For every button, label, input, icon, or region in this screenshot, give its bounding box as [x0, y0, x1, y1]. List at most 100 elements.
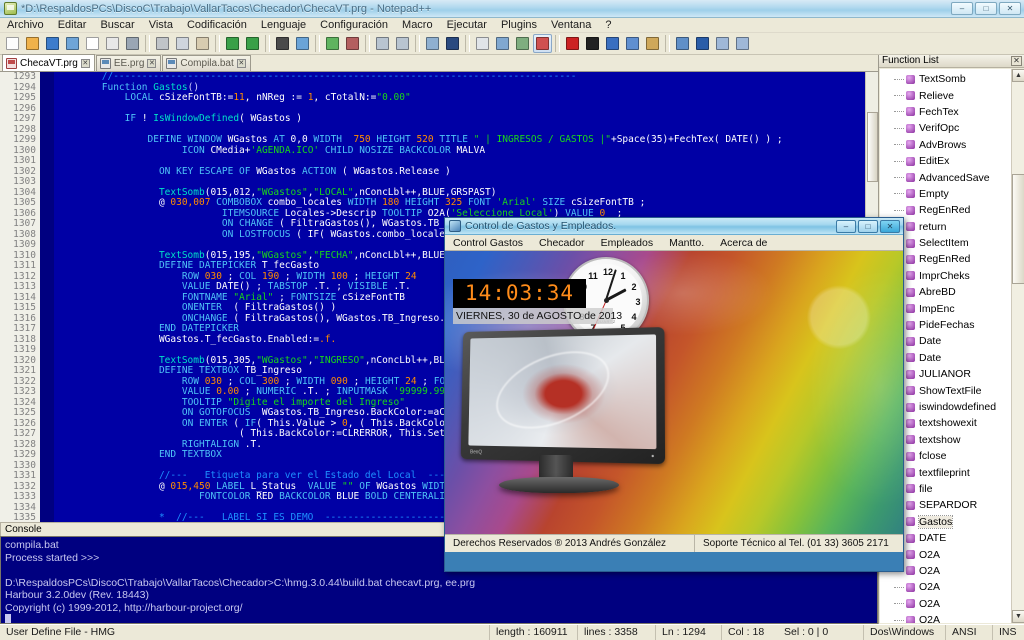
tab-close-icon[interactable]: ✕ — [80, 58, 90, 68]
save-all-icon[interactable] — [63, 34, 82, 53]
paste-icon[interactable] — [193, 34, 212, 53]
hmg-maximize-button[interactable]: □ — [858, 219, 878, 233]
function-list-item[interactable]: Relieve — [880, 87, 1011, 103]
menu-item-buscar[interactable]: Buscar — [93, 18, 141, 33]
zoom-in-icon[interactable] — [323, 34, 342, 53]
new-file-icon[interactable] — [3, 34, 22, 53]
sync-horizontal-icon[interactable] — [393, 34, 412, 53]
user-language-icon[interactable] — [493, 34, 512, 53]
zoom-out-icon-glyph — [346, 37, 359, 50]
hmg-menu-empleados[interactable]: Empleados — [593, 235, 662, 251]
previous-icon[interactable] — [713, 34, 732, 53]
code-token: OF — [359, 480, 371, 492]
function-name-label: ImpEnc — [919, 302, 955, 315]
menu-item-vista[interactable]: Vista — [142, 18, 180, 33]
function-list-item[interactable]: O2A — [880, 579, 1011, 595]
tab-compila-bat[interactable]: Compila.bat ✕ — [162, 55, 251, 71]
close-file-icon[interactable] — [83, 34, 102, 53]
replace-icon[interactable] — [293, 34, 312, 53]
hmg-menu-acerca-de[interactable]: Acerca de — [712, 235, 775, 251]
function-list-item[interactable]: VerifOpc — [880, 120, 1011, 136]
function-list-item[interactable]: O2A — [880, 612, 1011, 623]
undo-icon[interactable] — [223, 34, 242, 53]
text-direction-icon[interactable] — [693, 34, 712, 53]
editor-scrollbar-thumb[interactable] — [867, 112, 878, 182]
indent-guide-icon[interactable] — [473, 34, 492, 53]
fold-margin[interactable] — [40, 72, 54, 522]
save-macro-icon[interactable] — [643, 34, 662, 53]
hmg-menu-checador[interactable]: Checador — [531, 235, 593, 251]
cut-icon[interactable] — [153, 34, 172, 53]
menu-item-editar[interactable]: Editar — [51, 18, 94, 33]
function-list-scrollbar[interactable]: ▲ ▼ — [1011, 69, 1024, 623]
copy-icon[interactable] — [173, 34, 192, 53]
hmg-minimize-button[interactable]: – — [836, 219, 856, 233]
record-macro-icon[interactable] — [563, 34, 582, 53]
tree-branch-line — [894, 209, 904, 211]
stop-macro-icon[interactable] — [583, 34, 602, 53]
menu-item-ventana[interactable]: Ventana — [544, 18, 598, 33]
function-icon — [906, 418, 915, 428]
tab-ee-prg[interactable]: EE.prg ✕ — [95, 55, 162, 71]
find-icon[interactable] — [273, 34, 292, 53]
close-icon[interactable]: ✕ — [1011, 56, 1022, 66]
code-token: FONTCOLOR — [199, 491, 251, 502]
run-icon[interactable] — [673, 34, 692, 53]
play-macro-icon[interactable] — [603, 34, 622, 53]
hmg-menu-mantto[interactable]: Mantto. — [661, 235, 712, 251]
next-icon[interactable] — [733, 34, 752, 53]
scroll-up-arrow-icon[interactable]: ▲ — [1012, 69, 1024, 82]
menu-item-configuracion[interactable]: Configuración — [313, 18, 395, 33]
status-insert-mode: INS — [999, 626, 1017, 638]
code-token: WGastos — [370, 480, 423, 492]
menu-item-codificacion[interactable]: Codificación — [180, 18, 254, 33]
function-list-item[interactable]: TextSomb — [880, 71, 1011, 87]
minimize-button[interactable]: – — [951, 2, 973, 15]
clock-numeral: 11 — [588, 271, 598, 282]
print-icon[interactable] — [123, 34, 142, 53]
show-all-chars-icon[interactable] — [443, 34, 462, 53]
maximize-button[interactable]: □ — [975, 2, 997, 15]
function-list-item[interactable]: EditEx — [880, 153, 1011, 169]
hmg-menu-control-gastos[interactable]: Control Gastos — [445, 235, 531, 251]
function-list-item[interactable]: Empty — [880, 186, 1011, 202]
menu-item-archivo[interactable]: Archivo — [0, 18, 51, 33]
console-caret — [5, 614, 11, 623]
menu-item-lenguaje[interactable]: Lenguaje — [254, 18, 313, 33]
tab-close-icon[interactable]: ✕ — [147, 59, 157, 68]
menu-item-ejecutar[interactable]: Ejecutar — [440, 18, 494, 33]
word-wrap-icon[interactable] — [423, 34, 442, 53]
menu-item-macro[interactable]: Macro — [395, 18, 440, 33]
code-token: TOOLTIP — [382, 207, 423, 219]
function-list-scrollbar-thumb[interactable] — [1012, 174, 1024, 284]
save-icon[interactable] — [43, 34, 62, 53]
hmg-window-controls[interactable]: – □ ✕ — [836, 219, 901, 233]
code-token: 'Arial' — [490, 197, 543, 208]
code-token: BLUE — [330, 491, 365, 502]
menu-item-plugins[interactable]: Plugins — [494, 18, 544, 33]
redo-icon[interactable] — [243, 34, 262, 53]
file-icon — [6, 57, 17, 69]
close-button[interactable]: ✕ — [999, 2, 1021, 15]
function-list-item[interactable]: AdvancedSave — [880, 169, 1011, 185]
show-all-chars-icon-glyph — [446, 37, 459, 50]
sync-vertical-icon[interactable] — [373, 34, 392, 53]
close-all-icon[interactable] — [103, 34, 122, 53]
zoom-out-icon[interactable] — [343, 34, 362, 53]
run-macro-multiple-icon[interactable] — [623, 34, 642, 53]
function-list-item[interactable]: FechTex — [880, 104, 1011, 120]
tab-close-icon[interactable]: ✕ — [236, 59, 246, 68]
menu-item-help[interactable]: ? — [598, 18, 618, 33]
hmg-application-window[interactable]: Control de Gastos y Empleados. – □ ✕ Con… — [444, 217, 904, 572]
function-icon — [906, 156, 915, 166]
function-list-icon[interactable] — [533, 34, 552, 53]
hmg-close-button[interactable]: ✕ — [880, 219, 900, 233]
notepadpp-window-controls[interactable]: – □ ✕ — [951, 2, 1021, 15]
tab-checavt-prg[interactable]: ChecaVT.prg ✕ — [2, 54, 95, 71]
function-list-item[interactable]: O2A — [880, 596, 1011, 612]
scroll-down-arrow-icon[interactable]: ▼ — [1012, 610, 1024, 623]
code-line: LOCAL cSizeFontTB:=11, nNReg := 1, cTota… — [56, 92, 878, 104]
open-file-icon[interactable] — [23, 34, 42, 53]
function-list-item[interactable]: AdvBrows — [880, 137, 1011, 153]
show-doc-map-icon[interactable] — [513, 34, 532, 53]
